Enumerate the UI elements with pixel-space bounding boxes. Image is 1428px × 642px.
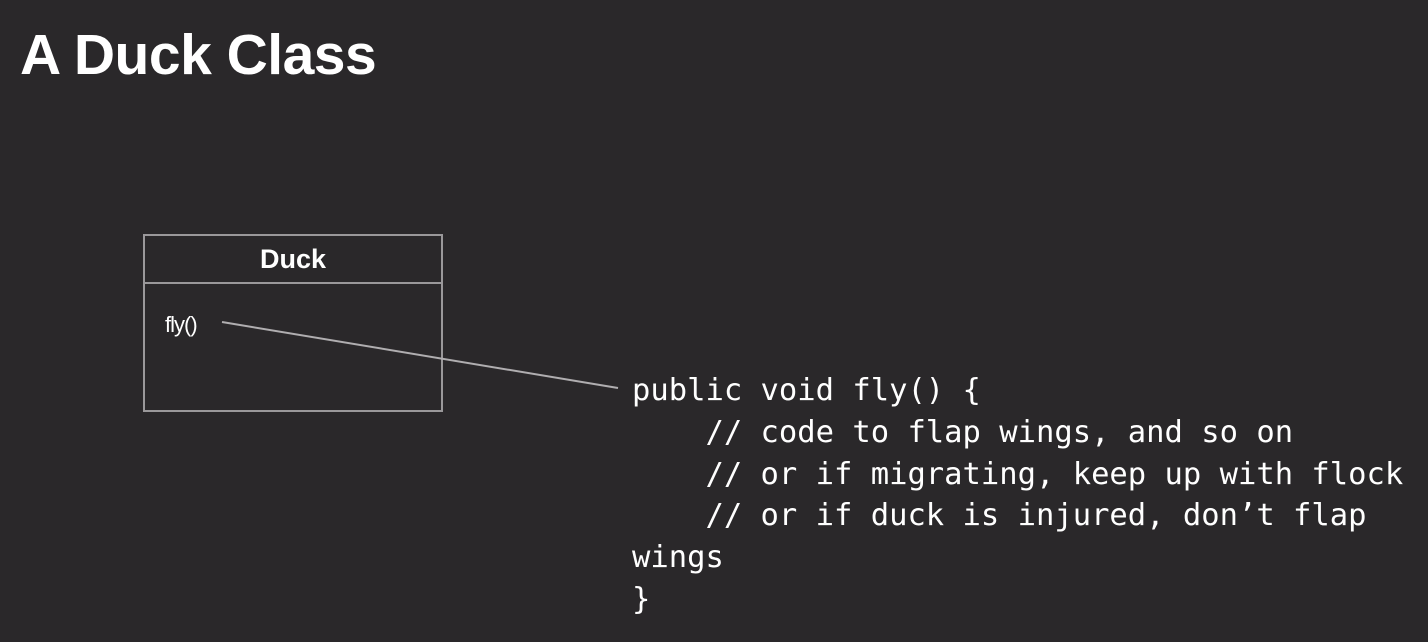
- code-line: // code to flap wings, and so on: [632, 414, 1294, 450]
- code-line: // or if migrating, keep up with flock: [632, 456, 1404, 492]
- code-line: // or if duck is injured, don’t flap: [632, 498, 1367, 534]
- code-line: }: [632, 581, 651, 617]
- code-block: public void fly() { // code to flap wing…: [632, 370, 1403, 621]
- code-line: wings: [632, 540, 724, 576]
- code-line: public void fly() {: [632, 373, 981, 408]
- method-to-code-connector: [221, 321, 619, 389]
